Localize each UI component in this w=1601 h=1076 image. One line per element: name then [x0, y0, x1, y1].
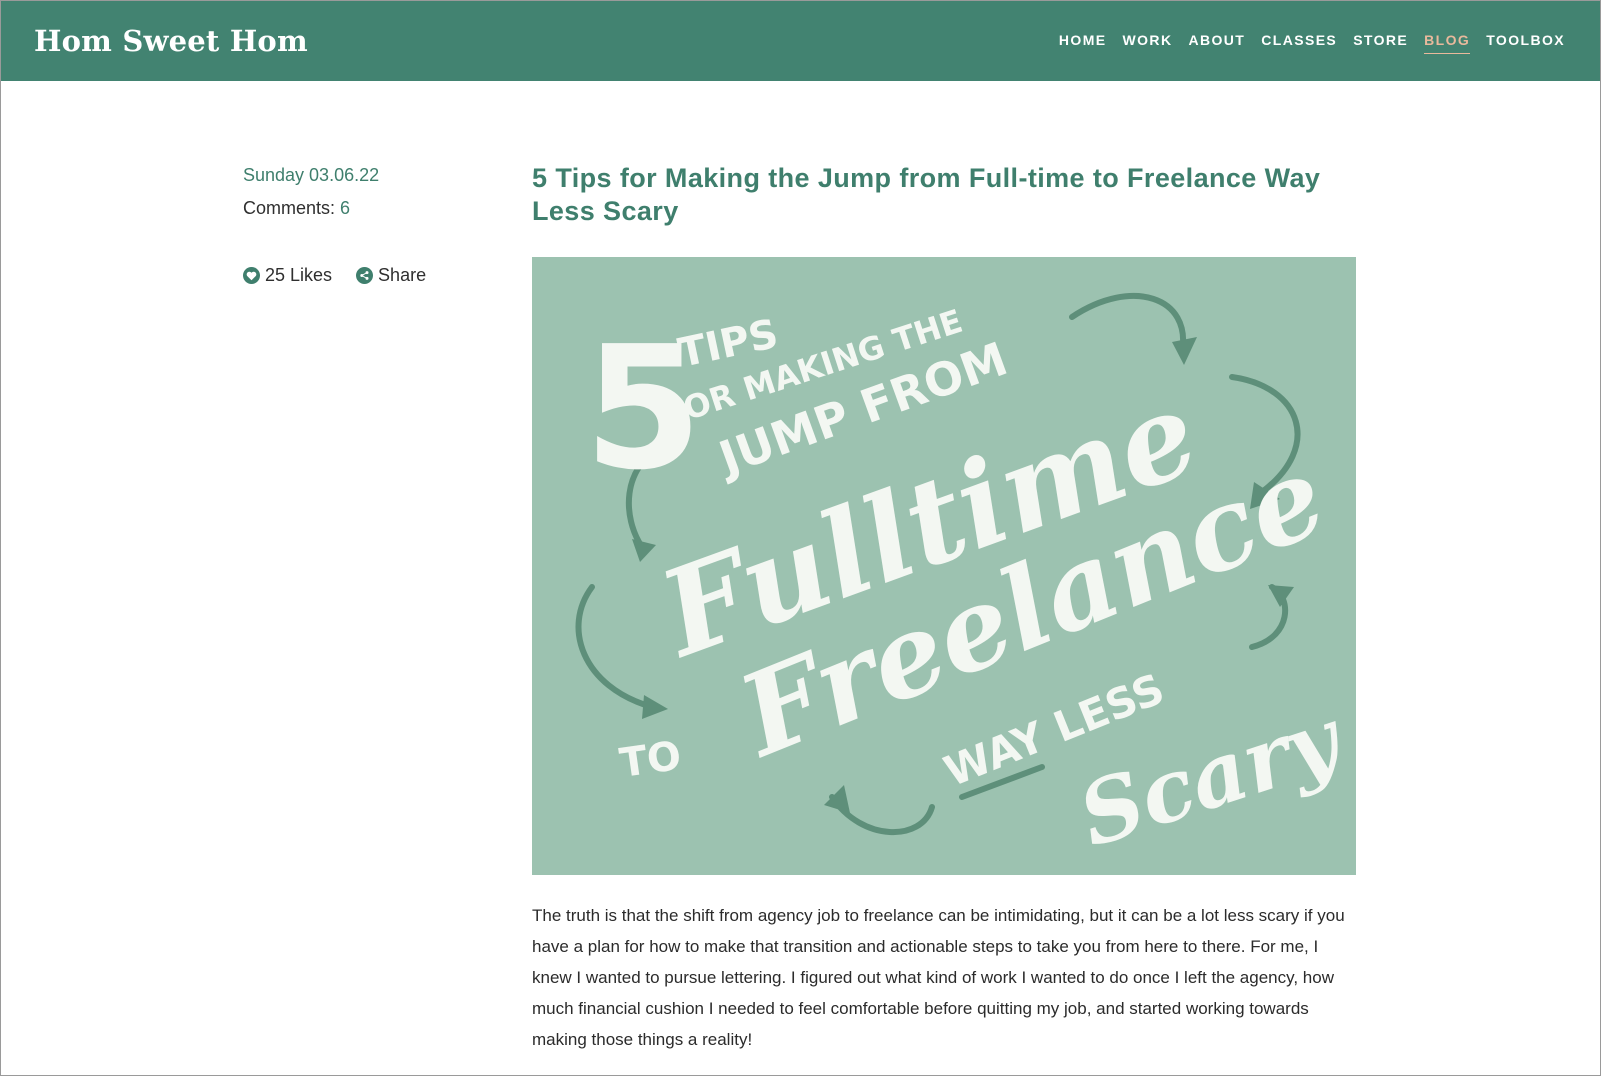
- post-social: 25 Likes Share: [243, 265, 426, 286]
- share-button[interactable]: Share: [356, 265, 426, 286]
- comments-count-link[interactable]: 6: [340, 198, 350, 218]
- site-logo[interactable]: Hom Sweet Hom: [34, 24, 308, 58]
- nav-store[interactable]: STORE: [1353, 28, 1408, 54]
- share-icon: [356, 267, 374, 284]
- site-header: Hom Sweet Hom HOME WORK ABOUT CLASSES ST…: [0, 0, 1601, 81]
- post-meta: Sunday 03.06.22 Comments: 6: [243, 165, 483, 219]
- hero-lettering-illustration: 5 TIPS FOR MAKING THE JUMP FROM TO WAY L…: [532, 257, 1356, 875]
- likes-label: 25 Likes: [265, 265, 333, 285]
- share-label: Share: [378, 265, 427, 285]
- like-button[interactable]: 25 Likes: [243, 265, 332, 286]
- hero-to: TO: [617, 733, 684, 787]
- hero-image: 5 TIPS FOR MAKING THE JUMP FROM TO WAY L…: [532, 257, 1356, 875]
- nav-classes[interactable]: CLASSES: [1261, 28, 1337, 54]
- post-comments: Comments: 6: [243, 198, 483, 219]
- post-title: 5 Tips for Making the Jump from Full-tim…: [532, 163, 1321, 226]
- nav-toolbox[interactable]: TOOLBOX: [1486, 28, 1565, 54]
- heart-icon: [243, 267, 260, 284]
- nav-home[interactable]: HOME: [1059, 28, 1107, 54]
- comments-label: Comments:: [243, 198, 336, 218]
- nav-work[interactable]: WORK: [1123, 28, 1173, 54]
- main-nav: HOME WORK ABOUT CLASSES STORE BLOG TOOLB…: [1059, 28, 1565, 54]
- nav-about[interactable]: ABOUT: [1188, 28, 1245, 54]
- post-body: The truth is that the shift from agency …: [532, 906, 1345, 1049]
- post-date: Sunday 03.06.22: [243, 165, 380, 185]
- nav-blog[interactable]: BLOG: [1424, 28, 1471, 54]
